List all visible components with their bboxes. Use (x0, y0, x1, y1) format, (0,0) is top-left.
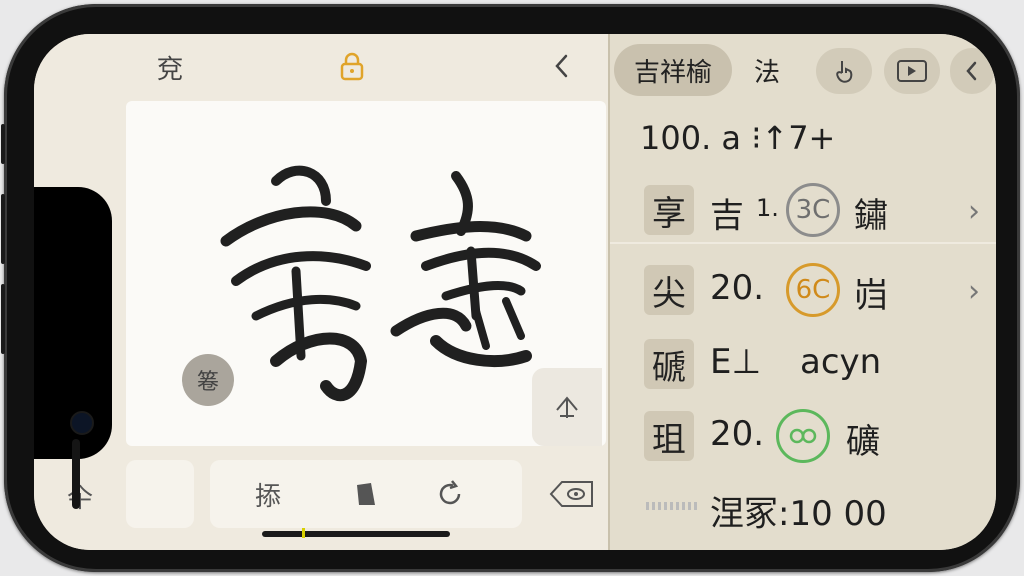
collapse-button[interactable] (950, 48, 994, 94)
result-num: 20. (710, 414, 765, 454)
direction-arrow-icon (556, 396, 578, 418)
chevron-right-icon[interactable]: › (968, 194, 980, 229)
refresh-button[interactable] (428, 474, 472, 514)
chevron-left-icon (555, 54, 568, 78)
result-num: 1. (756, 194, 779, 222)
result-row-2[interactable]: 尖 20. 6C 岿 › (610, 260, 996, 320)
row-divider (610, 242, 996, 244)
result-post: 岿 (854, 276, 888, 316)
handwriting-pane: 兗 箞 掭 (34, 34, 608, 550)
lock-icon[interactable] (332, 52, 372, 92)
top-left-glyph[interactable]: 兗 (150, 52, 190, 88)
touch-icon (836, 61, 853, 83)
chevron-right-icon[interactable]: › (968, 274, 980, 309)
direction-arrow-button[interactable] (532, 368, 602, 446)
ink-badge[interactable]: 箞 (182, 354, 234, 406)
result-char: 磃 (644, 339, 694, 389)
lock-icon-svg (340, 52, 364, 81)
dotted-bar (646, 502, 698, 510)
touch-button[interactable] (816, 48, 872, 94)
camera-icon (70, 411, 94, 435)
tab-jixiang[interactable]: 吉祥榆 (614, 44, 732, 96)
book-icon (357, 483, 375, 505)
blank-key[interactable] (126, 460, 194, 528)
footer-line: 涅冢:10 00 (610, 476, 996, 536)
header-line: 100. a ⁝↑7+ (610, 108, 996, 168)
bottom-left-glyph[interactable]: 仐 (58, 474, 102, 518)
result-char: 珇 (644, 411, 694, 461)
footer-text: 涅冢:10 00 (710, 494, 887, 534)
header-text: 100. a ⁝↑7+ (640, 119, 836, 157)
speaker-grille (72, 439, 80, 509)
result-badge (776, 409, 830, 463)
video-button[interactable] (884, 48, 940, 94)
tab-bar: 吉祥榆 法 (610, 44, 996, 96)
mute-switch (1, 124, 5, 164)
result-badge: 6C (786, 263, 840, 317)
results-pane: 吉祥榆 法 100. a ⁝↑7+ 享 吉 1. 3C 鏽 › 尖 20. 6C… (608, 34, 996, 550)
volume-down-button (1, 284, 5, 354)
result-char: 尖 (644, 265, 694, 315)
video-icon (897, 60, 927, 82)
chevron-left-icon (966, 61, 977, 81)
back-chevron-icon[interactable] (542, 52, 582, 90)
refresh-icon (439, 480, 461, 505)
screen: 兗 箞 掭 吉祥榆 法 100. a ⁝↑7+ 享 吉 1. 3C 鏽 › 尖 … (34, 34, 996, 550)
result-post: acyn (800, 342, 882, 382)
result-badge: 3C (786, 183, 840, 237)
result-row-3[interactable]: 磃 E⊥ acyn (610, 334, 996, 394)
result-char: 享 (644, 185, 694, 235)
link-icon (789, 428, 817, 444)
tool-glyph-button[interactable]: 掭 (246, 474, 290, 514)
result-pre: 吉 (710, 196, 744, 236)
result-post: 鏽 (854, 196, 888, 236)
result-post: 礦 (846, 422, 880, 462)
home-indicator (262, 531, 450, 537)
result-row-1[interactable]: 享 吉 1. 3C 鏽 › (610, 180, 996, 240)
result-num: E⊥ (710, 342, 762, 382)
delete-button[interactable] (542, 474, 602, 514)
tab-fa[interactable]: 法 (742, 44, 792, 96)
bottom-toolbar: 掭 (210, 460, 522, 528)
book-button[interactable] (344, 474, 388, 514)
home-indicator-mark (302, 528, 305, 538)
result-row-4[interactable]: 珇 20. 礦 (610, 406, 996, 466)
result-num: 20. (710, 268, 765, 308)
phone-frame: 兗 箞 掭 吉祥榆 法 100. a ⁝↑7+ 享 吉 1. 3C 鏽 › 尖 … (1, 4, 1020, 572)
delete-icon (549, 481, 593, 507)
volume-up-button (1, 194, 5, 264)
front-camera-notch (34, 187, 112, 509)
